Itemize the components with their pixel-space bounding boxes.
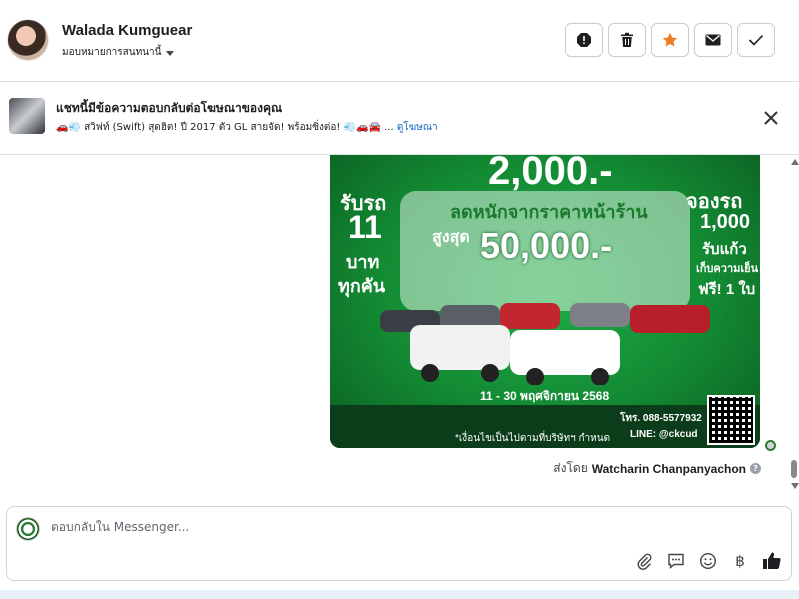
spam-alert-icon	[577, 33, 591, 47]
seen-indicator-avatar	[765, 440, 776, 451]
mark-spam-button[interactable]	[565, 23, 603, 57]
promo-cars-graphic	[380, 303, 710, 385]
trash-icon	[621, 32, 633, 47]
saved-reply-icon	[668, 553, 684, 570]
conversation-header: Walada Kumguear มอบหมายการสนทนานี้	[0, 0, 799, 82]
scrollbar-thumb[interactable]	[791, 460, 797, 478]
thumbs-up-icon	[763, 552, 781, 569]
contact-avatar[interactable]	[7, 19, 49, 61]
messenger-conversation-view: Walada Kumguear มอบหมายการสนทนานี้ แชทนี…	[0, 0, 799, 599]
promo-line-id: LINE: @ckcud	[630, 429, 698, 440]
mail-icon	[705, 34, 721, 46]
like-button[interactable]	[761, 550, 783, 572]
baht-icon: ฿	[735, 552, 745, 570]
promo-left-line2: 11	[348, 209, 382, 245]
payment-button[interactable]: ฿	[729, 550, 751, 572]
checkmark-icon	[748, 34, 764, 46]
assign-conversation-dropdown[interactable]: มอบหมายการสนทนานี้	[62, 45, 175, 60]
sent-by-line: ส่งโดย Watcharin Chanpanyachon ?	[553, 459, 761, 478]
promo-max-amount: 50,000.-	[480, 225, 613, 266]
star-icon	[662, 32, 678, 47]
composer-tools: ฿	[633, 550, 783, 572]
delete-button[interactable]	[608, 23, 646, 57]
ad-snippet-text: 🚗💨 สวิฟท์ (Swift) สุดฮิต! ปี 2017 ตัว GL…	[56, 122, 394, 133]
promo-right-line2: 1,000	[700, 211, 751, 233]
attach-button[interactable]	[633, 550, 655, 572]
qr-code	[707, 395, 755, 445]
view-ad-link[interactable]: ดูโฆษณา	[397, 122, 438, 133]
ad-reply-banner: แชทนี้มีข้อความตอบกลับต่อโฆษณาของคุณ 🚗💨 …	[0, 83, 799, 155]
chevron-down-icon	[166, 50, 175, 56]
info-icon[interactable]: ?	[750, 463, 761, 474]
promo-disclaimer: *เงื่อนไขเป็นไปตามที่บริษัทฯ กำหนด	[455, 433, 611, 444]
footer-strip	[0, 590, 799, 599]
promo-max-label: สูงสุด	[432, 229, 470, 246]
promo-date-range: 11 - 30 พฤศจิกายน 2568	[480, 389, 610, 403]
scroll-up-arrow-icon[interactable]	[791, 159, 799, 165]
header-actions	[565, 23, 775, 57]
reply-input[interactable]	[51, 520, 651, 534]
sent-by-prefix: ส่งโดย	[553, 461, 588, 475]
reply-composer: ฿	[6, 506, 792, 581]
promo-right-line4: เก็บความเย็น	[696, 263, 759, 275]
sender-name: Watcharin Chanpanyachon	[591, 461, 746, 476]
ad-thumbnail[interactable]	[9, 98, 45, 134]
mark-unread-button[interactable]	[694, 23, 732, 57]
scroll-down-arrow-icon[interactable]	[791, 483, 799, 489]
promo-phone: โทร. 088-5577932	[620, 413, 702, 424]
promo-right-line3: รับแก้ว	[702, 241, 747, 258]
attachment-icon	[637, 553, 652, 570]
promo-top-price: 2,000.-	[488, 155, 613, 193]
message-thread: 2,000.- รับรถ 11 บาท ทุกคัน ลดหนักจากราค…	[0, 155, 799, 493]
assign-label: มอบหมายการสนทนานี้	[62, 47, 162, 58]
saved-replies-button[interactable]	[665, 550, 687, 572]
star-button[interactable]	[651, 23, 689, 57]
promo-discount-label: ลดหนักจากราคาหน้าร้าน	[450, 202, 648, 222]
emoji-button[interactable]	[697, 550, 719, 572]
mark-done-button[interactable]	[737, 23, 775, 57]
ad-banner-title: แชทนี้มีข้อความตอบกลับต่อโฆษณาของคุณ	[56, 101, 283, 115]
promo-image-message[interactable]: 2,000.- รับรถ 11 บาท ทุกคัน ลดหนักจากราค…	[330, 155, 760, 448]
contact-name[interactable]: Walada Kumguear	[62, 22, 192, 39]
emoji-icon	[699, 552, 717, 570]
ad-snippet: 🚗💨 สวิฟท์ (Swift) สุดฮิต! ปี 2017 ตัว GL…	[56, 120, 438, 135]
page-avatar	[16, 517, 40, 541]
close-banner-icon[interactable]	[762, 109, 780, 127]
chat-scrollbar[interactable]	[789, 155, 799, 493]
